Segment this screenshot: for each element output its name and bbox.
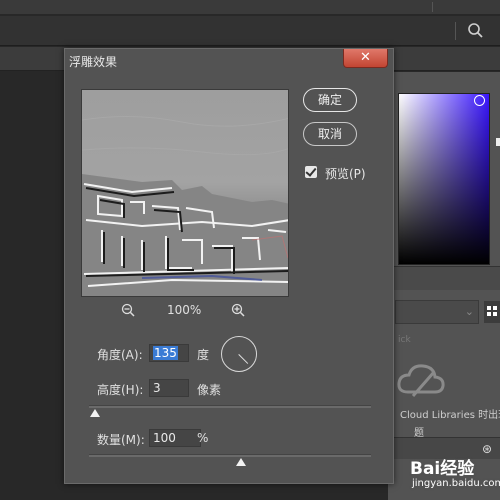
library-search-placeholder: ick: [398, 335, 411, 345]
hue-slider-handle[interactable]: [496, 138, 500, 146]
amount-label: 数量(M):: [97, 433, 145, 447]
ok-button[interactable]: 确定: [303, 88, 357, 112]
angle-dial[interactable]: [221, 336, 257, 372]
color-picker-field[interactable]: [398, 93, 490, 265]
cancel-button[interactable]: 取消: [303, 122, 357, 146]
cloud-libraries-message: Cloud Libraries 时出现问: [400, 410, 500, 421]
panel-tab-strip: [388, 266, 500, 290]
zoom-out-icon[interactable]: [121, 303, 135, 317]
cloud-error-icon: [396, 362, 446, 400]
zoom-level: 100%: [167, 303, 202, 317]
grid-view-button[interactable]: [484, 301, 500, 323]
filter-preview[interactable]: [81, 89, 289, 297]
menu-strip: [0, 0, 500, 14]
search-icon[interactable]: [466, 20, 486, 42]
amount-slider-thumb[interactable]: [236, 458, 247, 466]
height-label: 高度(H):: [97, 383, 144, 397]
angle-dial-hand: [238, 354, 249, 364]
watermark-text: Bai经验: [410, 459, 475, 479]
height-slider[interactable]: [89, 405, 371, 408]
close-button[interactable]: ✕: [343, 49, 388, 68]
zoom-in-icon[interactable]: [231, 303, 245, 317]
height-input[interactable]: 3: [149, 379, 189, 397]
height-unit: 像素: [197, 383, 222, 397]
options-bar: [0, 16, 500, 46]
amount-input[interactable]: 100: [149, 429, 201, 447]
height-slider-thumb[interactable]: [89, 409, 100, 417]
angle-input[interactable]: 135: [149, 344, 189, 362]
library-dropdown[interactable]: ⌄: [395, 300, 479, 324]
baidu-watermark: Bai经验 jingyan.baidu.com: [380, 452, 500, 496]
preview-label[interactable]: 预览(P): [325, 165, 366, 182]
watermark-url: jingyan.baidu.com: [412, 478, 500, 489]
grid-icon: [487, 306, 497, 316]
zoom-controls: 100%: [121, 303, 251, 319]
color-picker-cursor[interactable]: [474, 95, 485, 106]
preview-checkbox[interactable]: [305, 166, 317, 178]
amount-unit: %: [197, 431, 209, 445]
menu-separator: [432, 2, 433, 12]
angle-unit: 度: [197, 348, 210, 362]
dialog-title: 浮雕效果: [69, 55, 118, 69]
emboss-dialog: 浮雕效果 ✕ 100% 确定 取消 预览(P) 角度(A): 135 度 高度(…: [64, 48, 394, 484]
angle-label: 角度(A):: [97, 348, 143, 362]
amount-slider[interactable]: [89, 454, 371, 457]
embossed-image: [82, 115, 288, 296]
angle-value: 135: [153, 346, 178, 360]
options-separator: [455, 22, 456, 40]
chevron-down-icon: ⌄: [464, 305, 474, 318]
